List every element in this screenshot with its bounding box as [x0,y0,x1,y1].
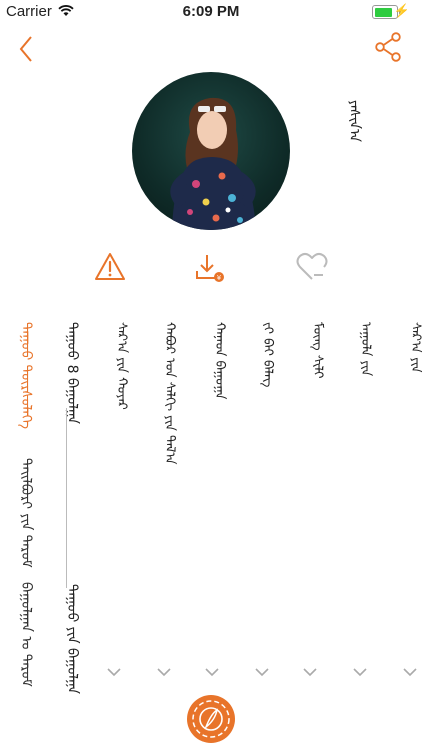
chevron-down-icon[interactable] [402,666,418,678]
artist-photo [170,97,256,230]
tab-lyrics[interactable]: ᠳᠠᠭᠤᠤ 8 ᠪᠠᠭᠤᠯᠭᠠ [60,322,84,424]
chevron-down-icon[interactable] [352,666,368,678]
lyric-line: ᠬᠠᠨᠠᠳ ᠪᠠᠭᠤᠭ᠋ᠠ [212,322,227,400]
share-icon[interactable] [374,32,402,62]
warning-icon[interactable] [94,252,126,282]
lyric-line: ᠮᠥᠩ ᠰᠢᠯᠢ [310,322,325,379]
tab-comments[interactable]: ᠳᠠᠭᠤᠤ ᠶᠢᠨ ᠪᠠᠭᠤᠯᠭᠠ [60,584,84,694]
charging-icon: ⚡ [393,3,410,18]
side-menu-item[interactable]: ᠪᠠᠭᠤᠯᠭᠠᠨ ᠤ ᠳᠠᠷᠤᠮ [14,582,38,687]
svg-text:¥: ¥ [217,274,222,282]
lyric-line: ᠠᠭᠤᠯᠠ ᠶᠢᠨ [358,322,373,377]
chevron-down-icon[interactable] [204,666,220,678]
download-icon[interactable]: ¥ [194,252,226,284]
chevron-down-icon[interactable] [302,666,318,678]
heart-icon[interactable] [296,252,328,282]
chevron-down-icon[interactable] [254,666,270,678]
side-menu-item[interactable]: ᠲᠠᠢᠯᠪᠤᠷᠢ ᠶᠢᠨ ᠳᠠᠷᠤᠮ [14,458,38,568]
lyric-line: ᠵᠢ ᠪᠠᠢ ᠪᠡᠯᠡᠭ᠌ [260,322,275,388]
lyric-line: ᠬᠠᠪᠣᠷ ᠤᠨ ᠰᠠᠯᠬᠢ ᠶᠢᠨ ᠲᠠᠯ᠎ᠠ [162,322,177,465]
app-logo-icon[interactable] [186,694,236,744]
side-menu-item-active[interactable]: ᠳᠠᠭᠤᠤ ᠳᠦᠷᠰᠦᠯᠡᠭᠡ [14,322,38,429]
lyric-line: ᠰᠠᠷ᠎ᠠ ᠶᠢᠨ [408,322,422,373]
clock: 6:09 PM [182,3,240,20]
back-icon[interactable] [18,34,34,64]
chevron-down-icon[interactable] [106,666,122,678]
lyric-line: ᠰᠠᠷ᠎ᠠ ᠶᠢᠨ ᠬᠣᠶᠠᠷ [114,322,129,410]
status-bar: Carrier 6:09 PM ⚡ [0,0,422,24]
divider [66,408,67,588]
artist-avatar [132,72,290,230]
chevron-down-icon[interactable] [156,666,172,678]
song-title: ᠶᠠᠰᠢᠨ᠎ᠠ [346,100,362,143]
